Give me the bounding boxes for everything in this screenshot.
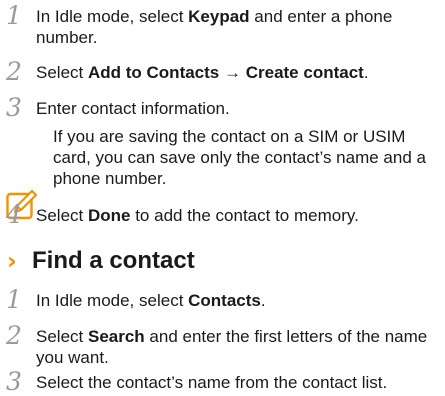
step-text: Select Done to add the contact to memory… — [36, 206, 359, 225]
step-text: Enter contact information. — [36, 99, 230, 118]
step-text: In Idle mode, select Keypad and enter a … — [36, 7, 393, 47]
note-text: If you are saving the contact on a SIM o… — [53, 127, 426, 188]
step-text: Select Add to Contacts → Create contact. — [36, 63, 369, 82]
step-text: Select the contact’s name from the conta… — [36, 373, 388, 392]
step-text: Select Search and enter the first letter… — [36, 327, 428, 367]
chevron-right-icon: › — [7, 247, 17, 275]
step-number: 3 — [6, 93, 22, 122]
step-number: 4 — [6, 200, 22, 229]
step-number: 2 — [6, 57, 22, 86]
section-heading: › Find a contact — [0, 246, 445, 276]
step-number: 2 — [6, 321, 22, 350]
step-number: 1 — [6, 1, 22, 30]
step-text: In Idle mode, select Contacts. — [36, 291, 266, 310]
section-title: Find a contact — [32, 247, 195, 274]
step-number: 3 — [6, 367, 22, 396]
step-number: 1 — [6, 285, 22, 314]
